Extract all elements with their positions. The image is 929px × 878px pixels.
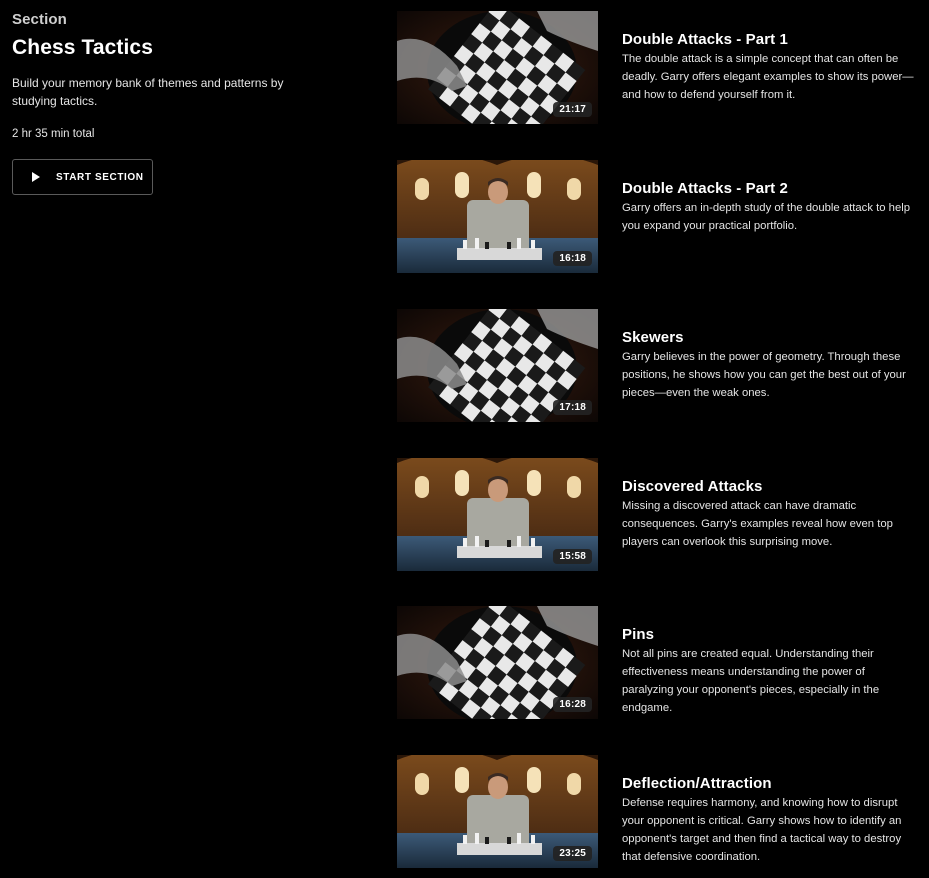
lesson-duration-badge: 15:58 xyxy=(553,549,592,564)
lesson-info: Pins Not all pins are created equal. Unde… xyxy=(622,626,917,717)
lesson-info: Discovered Attacks Missing a discovered a… xyxy=(622,478,917,551)
lesson-thumbnail[interactable]: 16:28 xyxy=(397,606,598,719)
lesson-title[interactable]: Deflection/Attraction xyxy=(622,775,917,792)
lesson-info: Skewers Garry believes in the power of ge… xyxy=(622,329,917,402)
section-description: Build your memory bank of themes and pat… xyxy=(12,76,284,108)
lesson-title[interactable]: Discovered Attacks xyxy=(622,478,917,495)
lesson-item[interactable]: 16:28 Pins Not all pins are created equal.… xyxy=(397,606,917,719)
lesson-title[interactable]: Pins xyxy=(622,626,917,643)
lesson-item[interactable]: 21:17 Double Attacks - Part 1 The double a… xyxy=(397,11,917,124)
section-title: Chess Tactics xyxy=(12,36,153,59)
lesson-item[interactable]: 16:18 Double Attacks - Part 2 Garry offers… xyxy=(397,160,917,273)
lesson-duration-badge: 16:18 xyxy=(553,251,592,266)
section-total-duration: 2 hr 35 min total xyxy=(12,128,95,140)
lesson-info: Deflection/Attraction Defense requires ha… xyxy=(622,775,917,866)
lesson-duration-badge: 17:18 xyxy=(553,400,592,415)
start-section-button[interactable]: START SECTION xyxy=(12,159,153,195)
lesson-title[interactable]: Double Attacks - Part 2 xyxy=(622,180,917,197)
lesson-thumbnail[interactable]: 15:58 xyxy=(397,458,598,571)
lesson-item[interactable]: 17:18 Skewers Garry believes in the power … xyxy=(397,309,917,422)
lesson-duration-badge: 21:17 xyxy=(553,102,592,117)
lesson-title[interactable]: Double Attacks - Part 1 xyxy=(622,31,917,48)
lesson-description: Defense requires harmony, and knowing ho… xyxy=(622,797,902,863)
lesson-thumbnail[interactable]: 17:18 xyxy=(397,309,598,422)
lesson-item[interactable]: 23:25 Deflection/Attraction Defense requir… xyxy=(397,755,917,868)
lesson-thumbnail[interactable]: 16:18 xyxy=(397,160,598,273)
lesson-info: Double Attacks - Part 2 Garry offers an i… xyxy=(622,180,917,235)
play-icon xyxy=(32,172,40,182)
section-panel: Section Chess Tactics Build your memory … xyxy=(12,11,312,195)
lesson-item[interactable]: 15:58 Discovered Attacks Missing a discove… xyxy=(397,458,917,571)
lesson-description: Garry believes in the power of geometry.… xyxy=(622,351,906,399)
lesson-info: Double Attacks - Part 1 The double attack… xyxy=(622,31,917,104)
lesson-title[interactable]: Skewers xyxy=(622,329,917,346)
lesson-description: Not all pins are created equal. Understa… xyxy=(622,648,880,714)
lesson-description: The double attack is a simple concept th… xyxy=(622,53,914,101)
lesson-description: Garry offers an in-depth study of the do… xyxy=(622,202,911,232)
lesson-thumbnail[interactable]: 23:25 xyxy=(397,755,598,868)
start-section-label: START SECTION xyxy=(56,171,144,183)
lesson-thumbnail[interactable]: 21:17 xyxy=(397,11,598,124)
section-eyebrow: Section xyxy=(12,11,67,28)
lesson-description: Missing a discovered attack can have dra… xyxy=(622,500,893,548)
lesson-duration-badge: 16:28 xyxy=(553,697,592,712)
lesson-duration-badge: 23:25 xyxy=(553,846,592,861)
